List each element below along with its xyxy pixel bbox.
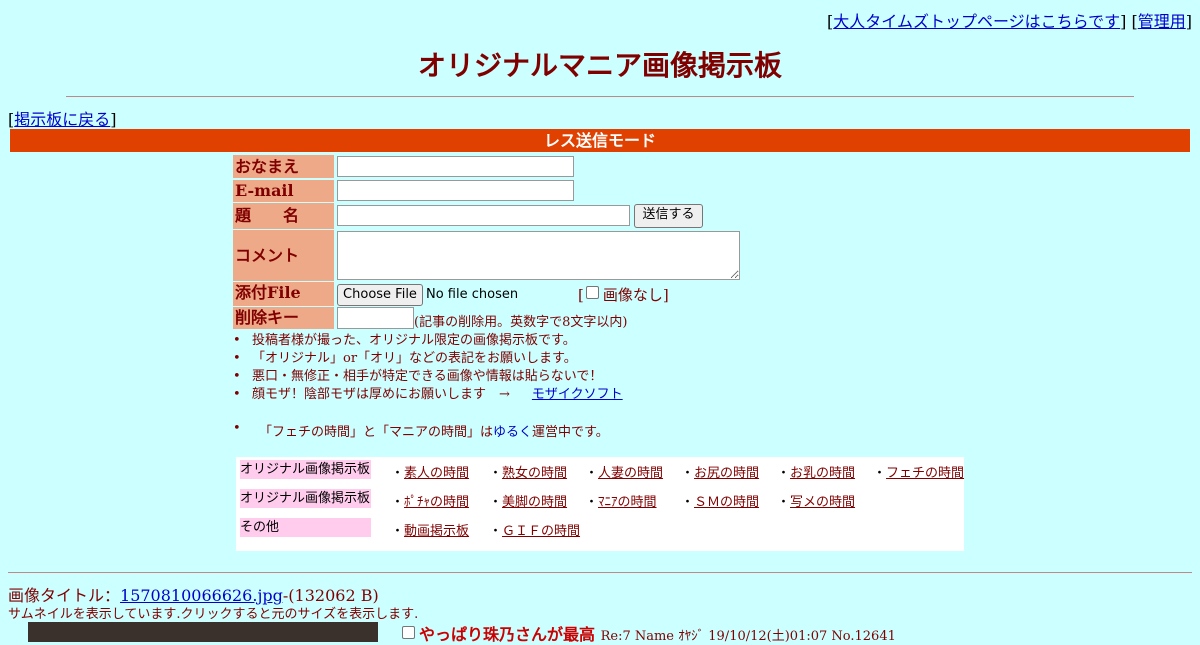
nav-link[interactable]: 熟女の時間 — [502, 466, 567, 481]
list-item: 顔モザ！陰部モザは厚めにお願いします →モザイクソフト — [233, 386, 623, 404]
list-item: 悪口・無修正・相手が特定できる画像や情報は貼らないで！ — [233, 368, 623, 386]
nav-link[interactable]: 人妻の時間 — [598, 466, 663, 481]
nav-link[interactable]: お尻の時間 — [694, 466, 759, 481]
back-link-wrapper: [掲示板に戻る] — [8, 110, 117, 129]
nav-head: その他 — [240, 518, 371, 537]
operation-note-highlight: ゆるく — [493, 425, 533, 440]
delete-key-field[interactable] — [337, 307, 414, 329]
mode-bar: レス送信モード — [10, 129, 1190, 152]
name-label: おなまえ — [233, 155, 334, 178]
name-field[interactable] — [337, 156, 574, 177]
delete-key-note: (記事の削除用。英数字で8文字以内) — [414, 315, 628, 330]
comment-label: コメント — [233, 230, 334, 281]
nav-link[interactable]: 美脚の時間 — [502, 495, 567, 510]
nav-link[interactable]: ＧＩＦの時間 — [502, 524, 580, 539]
top-page-link[interactable]: 大人タイムズトップページはこちらです — [833, 12, 1120, 31]
nav-link[interactable]: ＳＭの時間 — [694, 495, 759, 510]
nav-head: オリジナル画像掲示板 — [240, 460, 371, 479]
file-label: 添付File — [233, 282, 334, 306]
mosaic-software-link[interactable]: モザイクソフト — [532, 387, 623, 402]
operation-note: 「フェチの時間」と「マニアの時間」はゆるく運営中です。 — [233, 421, 609, 440]
submit-button[interactable]: 送信する — [634, 204, 703, 228]
no-image-option: [画像なし] — [578, 286, 669, 304]
page-title: オリジナルマニア画像掲示板 — [417, 49, 782, 82]
delete-key-label: 削除キー — [233, 307, 334, 329]
choose-file-button[interactable]: Choose File — [337, 284, 423, 306]
divider — [66, 96, 1134, 98]
subject-field[interactable] — [337, 205, 630, 226]
board-nav-table: オリジナル画像掲示板 ・素人の時間 ・熟女の時間 ・人妻の時間 ・お尻の時間 ・… — [236, 457, 964, 551]
admin-link[interactable]: 管理用 — [1138, 12, 1186, 31]
post-thumbnail-image[interactable] — [28, 622, 378, 642]
email-label: E-mail — [233, 180, 334, 202]
no-image-checkbox[interactable] — [585, 286, 599, 299]
post-title: やっぱり珠乃さんが最高 — [419, 625, 596, 644]
post-select-checkbox[interactable] — [402, 626, 415, 639]
email-field[interactable] — [337, 180, 574, 201]
nav-link[interactable]: 動画掲示板 — [404, 524, 469, 539]
nav-link[interactable]: ﾎﾟﾁｬの時間 — [404, 495, 469, 510]
notes-list: 投稿者様が撮った、オリジナル限定の画像掲示板です。 「オリジナル」or「オリ」な… — [233, 332, 623, 404]
subject-label: 題 名 — [233, 203, 334, 229]
list-item: 投稿者様が撮った、オリジナル限定の画像掲示板です。 — [233, 332, 623, 350]
no-image-label: 画像なし — [602, 286, 663, 304]
nav-link[interactable]: ﾏﾆｱの時間 — [598, 495, 657, 510]
nav-link[interactable]: 写メの時間 — [790, 495, 855, 510]
nav-link[interactable]: フェチの時間 — [886, 466, 964, 481]
nav-link[interactable]: お乳の時間 — [790, 466, 855, 481]
nav-head: オリジナル画像掲示板 — [240, 489, 371, 508]
file-status: No file chosen — [426, 287, 519, 302]
post-title-line: やっぱり珠乃さんが最高 Re:7 Name ｵﾔｼﾞ 19/10/12(土)01… — [400, 621, 896, 645]
thumbnail-note: サムネイルを表示しています.クリックすると元のサイズを表示します. — [8, 607, 419, 622]
nav-link[interactable]: 素人の時間 — [404, 466, 469, 481]
post-meta: Re:7 Name ｵﾔｼﾞ 19/10/12(土)01:07 No.12641 — [600, 629, 896, 644]
top-links: [大人タイムズトップページはこちらです] [管理用] — [827, 12, 1192, 31]
list-item: 「オリジナル」or「オリ」などの表記をお願いします。 — [233, 350, 623, 368]
comment-field[interactable] — [337, 231, 740, 280]
back-to-board-link[interactable]: 掲示板に戻る — [14, 110, 110, 129]
divider — [8, 572, 1192, 574]
